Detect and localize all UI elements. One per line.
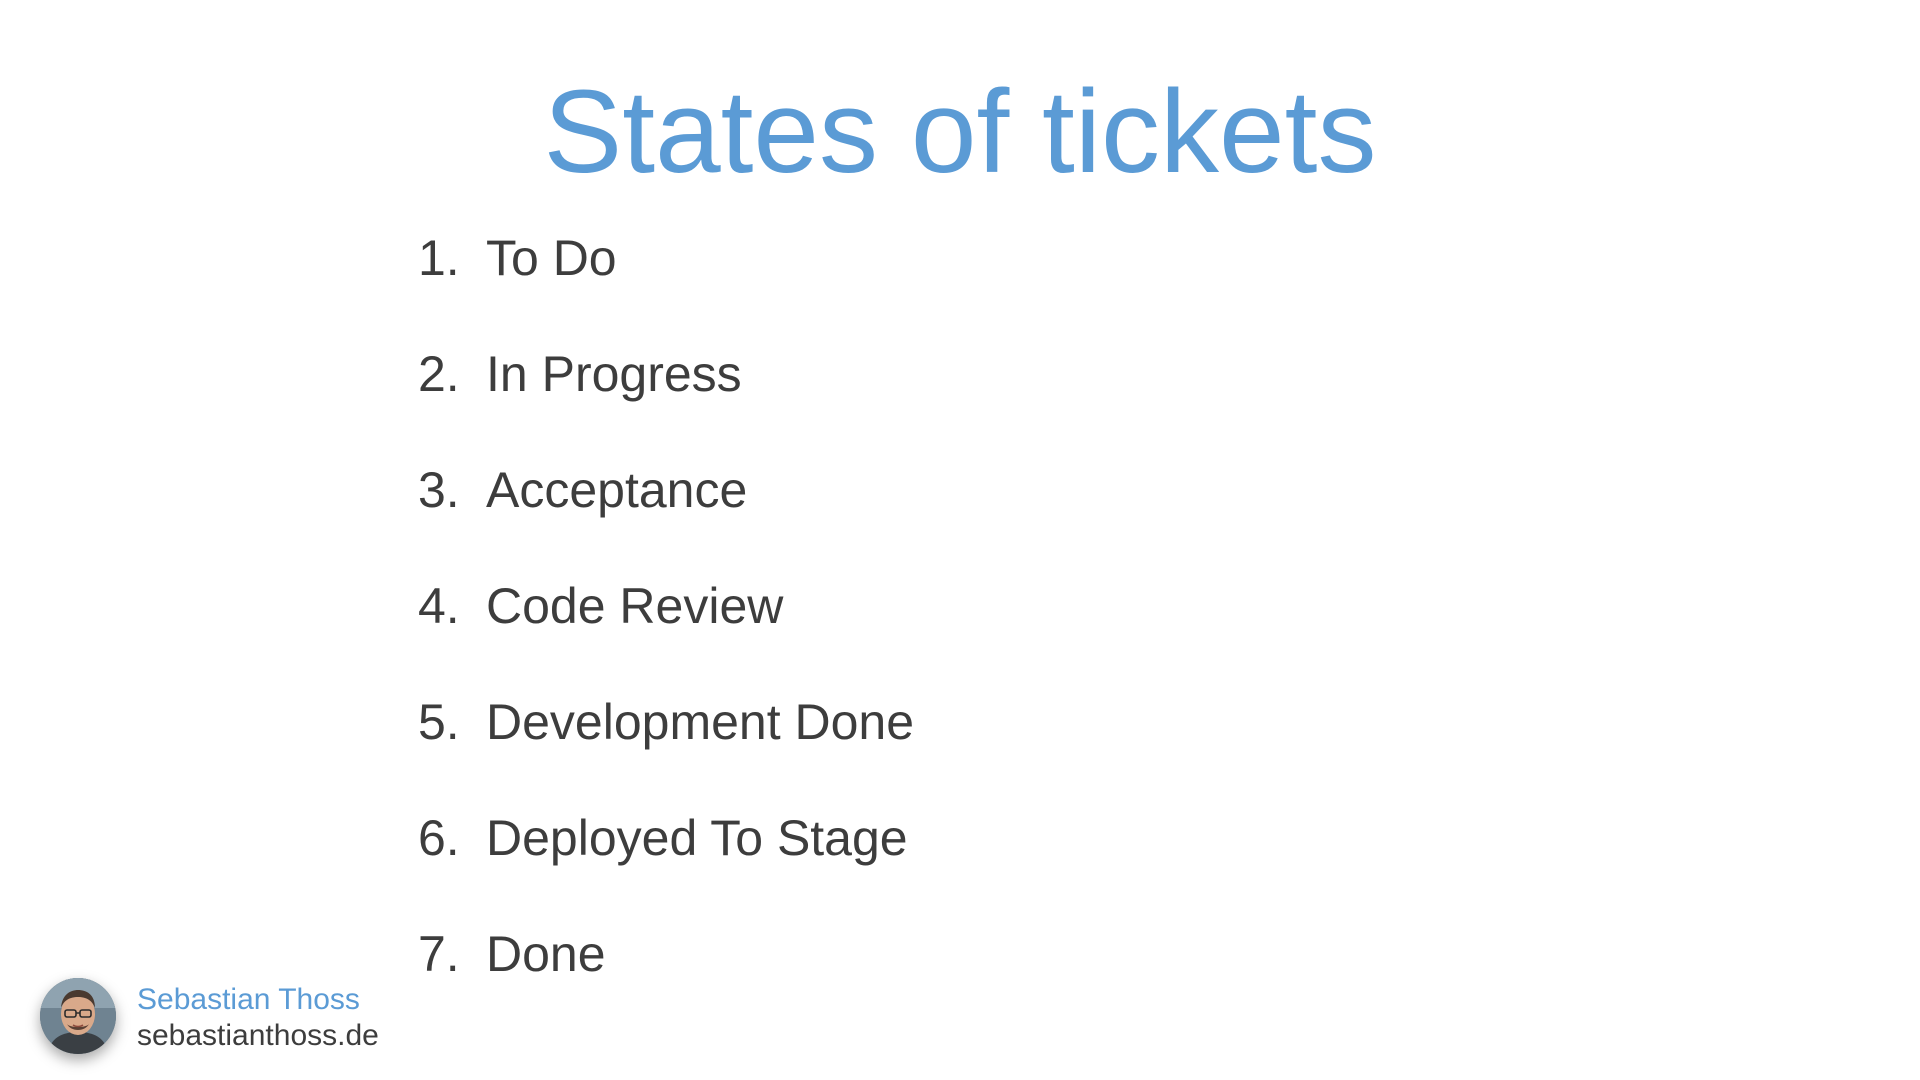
list-item-label: Deployed To Stage — [486, 810, 908, 866]
list-item-number: 2. — [418, 346, 460, 402]
list-item: 7. Done — [418, 918, 914, 1034]
list-item: 3. Acceptance — [418, 454, 914, 570]
list-item: 6. Deployed To Stage — [418, 802, 914, 918]
list-item-label: Code Review — [486, 578, 784, 634]
list-item-number: 5. — [418, 694, 460, 750]
slide: States of tickets 1. To Do 2. In Progress … — [0, 0, 1920, 1080]
slide-title: States of tickets — [543, 66, 1377, 198]
list-item: 5. Development Done — [418, 686, 914, 802]
list-item-label: Acceptance — [486, 462, 748, 518]
author-block: Sebastian Thoss sebastianthoss.de — [40, 978, 460, 1058]
list-item: 2. In Progress — [418, 338, 914, 454]
author-website: sebastianthoss.de — [137, 1019, 379, 1052]
list-item-label: Development Done — [486, 694, 915, 750]
author-name: Sebastian Thoss — [137, 983, 360, 1016]
list-item-label: To Do — [486, 230, 617, 286]
list-item-label: Done — [486, 926, 606, 982]
list-item: 4. Code Review — [418, 570, 914, 686]
list-item-number: 6. — [418, 810, 460, 866]
ticket-states-list: 1. To Do 2. In Progress 3. Acceptance 4. Cod… — [418, 222, 914, 1034]
avatar-photo-icon — [40, 978, 116, 1054]
list-item: 1. To Do — [418, 222, 914, 338]
avatar — [40, 978, 116, 1054]
list-item-number: 3. — [418, 462, 460, 518]
list-item-label: In Progress — [486, 346, 742, 402]
list-item-number: 1. — [418, 230, 460, 286]
list-item-number: 4. — [418, 578, 460, 634]
